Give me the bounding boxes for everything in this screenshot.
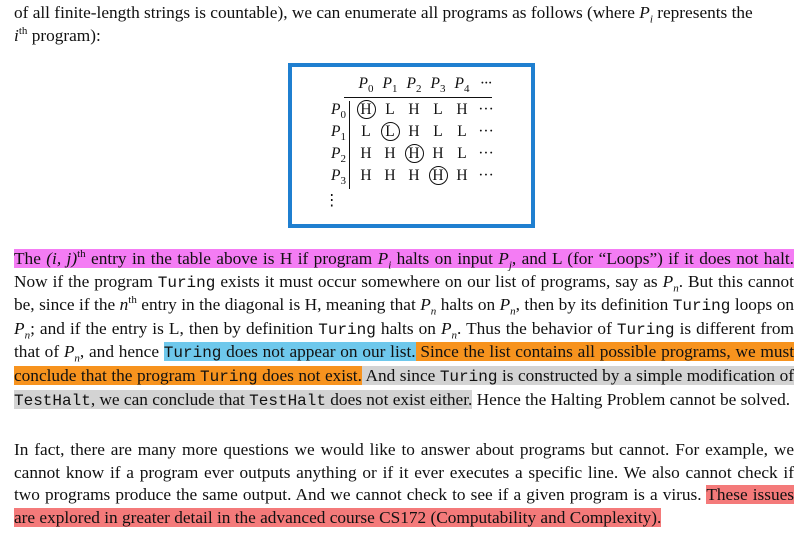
row-label-rule bbox=[349, 101, 351, 189]
table-cell: L bbox=[433, 101, 443, 118]
table-cell: ··· bbox=[478, 167, 494, 184]
table-cell: L bbox=[361, 123, 371, 140]
intro-paragraph: of all finite-length strings is countabl… bbox=[14, 3, 753, 45]
table-cell: L bbox=[385, 101, 395, 118]
diagonal-table-box: P0 P1 P2 P3 P4 ··· P0 H L H L H ··· P1 L L H L L ··· P2 H H H H L… bbox=[288, 63, 535, 228]
column-label: P3 bbox=[430, 75, 446, 96]
column-label: P0 bbox=[358, 75, 374, 96]
intro-text: of all finite-length strings is countabl… bbox=[14, 3, 640, 22]
row-label: P1 bbox=[331, 123, 346, 144]
table-cell: H bbox=[432, 145, 444, 162]
table-cell: L bbox=[457, 145, 467, 162]
further-questions-paragraph: In fact, there are many more questions w… bbox=[14, 440, 794, 527]
diagonal-argument-paragraph: The (i, j)th entry in the table above is… bbox=[14, 248, 795, 410]
diagonal-cell: H bbox=[354, 100, 378, 119]
table-cell: L bbox=[433, 123, 443, 140]
table-cell: H bbox=[408, 167, 420, 184]
column-label: P2 bbox=[406, 75, 422, 96]
table-cell: L bbox=[457, 123, 467, 140]
table-cell: ··· bbox=[478, 101, 494, 118]
table-cell: H bbox=[408, 123, 420, 140]
table-cell: H bbox=[360, 145, 372, 162]
table-cell: ··· bbox=[478, 145, 494, 162]
highlight-not-on-list: Turing does not appear on our list. bbox=[163, 342, 416, 363]
row-label: P2 bbox=[331, 145, 346, 166]
diagonal-cell: L bbox=[378, 122, 402, 141]
header-rule bbox=[344, 97, 492, 99]
row-label: P3 bbox=[331, 167, 346, 188]
table-cell: H bbox=[384, 167, 396, 184]
table-cell: H bbox=[456, 101, 468, 118]
column-label: P1 bbox=[382, 75, 398, 96]
table-cell: H bbox=[408, 101, 420, 118]
table-cell: H bbox=[360, 167, 372, 184]
column-label: ··· bbox=[480, 75, 492, 92]
vertical-ellipsis: ⋮ bbox=[324, 192, 340, 209]
highlight-definition: The (i, j)th entry in the table above is… bbox=[14, 248, 794, 272]
column-label: P4 bbox=[454, 75, 470, 96]
table-cell: H bbox=[384, 145, 396, 162]
diagonal-cell: H bbox=[426, 166, 450, 185]
table-cell: ··· bbox=[478, 123, 494, 140]
diagonal-cell: H bbox=[402, 144, 426, 163]
row-label: P0 bbox=[331, 101, 346, 122]
table-cell: H bbox=[456, 167, 468, 184]
